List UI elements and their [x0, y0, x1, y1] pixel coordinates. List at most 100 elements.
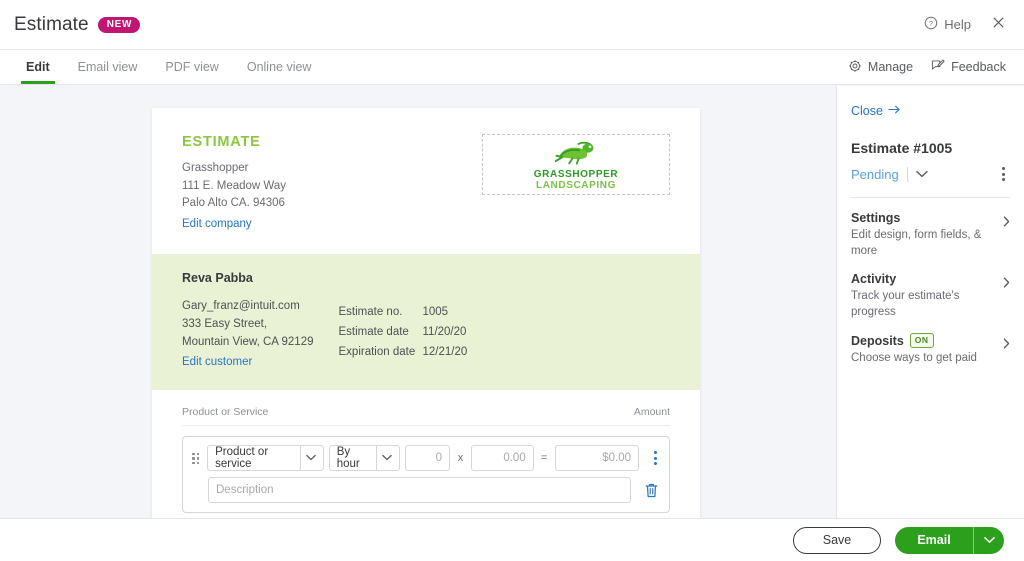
- bottom-action-bar: Save Email: [0, 518, 1024, 561]
- meta-value-expiration-date: 12/21/20: [422, 346, 468, 359]
- sidebar-item-settings-subtitle: Edit design, form fields, & more: [851, 229, 982, 257]
- rate-type-select[interactable]: By hour: [328, 445, 401, 472]
- sidebar-item-activity-label: Activity: [851, 272, 897, 287]
- chevron-down-icon: [983, 531, 995, 549]
- line-item-primary-row: Product or service By hour 0 x 0.00 = $0…: [190, 445, 661, 472]
- sidebar-item-activity-subtitle: Track your estimate's progress: [851, 290, 960, 318]
- manage-button[interactable]: Manage: [848, 59, 913, 76]
- tab-edit[interactable]: Edit: [12, 50, 64, 84]
- customer-email: Gary_franz@intuit.com: [182, 299, 300, 312]
- company-block: ESTIMATE Grasshopper 111 E. Meadow Way P…: [182, 134, 286, 232]
- sidebar-item-settings-title: Settings: [851, 211, 999, 225]
- customer-block: Reva Pabba Gary_franz@intuit.com 333 Eas…: [182, 271, 314, 370]
- estimate-app-window: Estimate NEW ? Help Edit Email view PDF …: [0, 0, 1024, 561]
- title-bar: Estimate NEW ? Help: [0, 0, 1024, 50]
- company-street: 111 E. Meadow Way: [182, 179, 286, 192]
- sidebar-more-menu-icon[interactable]: [997, 165, 1010, 183]
- document-heading: ESTIMATE: [182, 134, 261, 150]
- customer-city-state-zip: Mountain View, CA 92129: [182, 336, 314, 349]
- quantity-value: 0: [435, 452, 443, 465]
- edit-customer-link[interactable]: Edit customer: [182, 356, 252, 368]
- deposits-on-badge: ON: [909, 333, 934, 349]
- line-item-menu-icon[interactable]: [650, 449, 661, 467]
- equals-symbol: =: [540, 452, 548, 465]
- company-logo-dropzone[interactable]: GRASSHOPPER LANDSCAPING: [482, 134, 670, 195]
- save-button[interactable]: Save: [793, 526, 881, 554]
- meta-row-expiration-date: Expiration date 12/21/20: [339, 342, 468, 362]
- meta-value-estimate-no: 1005: [422, 305, 449, 318]
- meta-value-estimate-date: 11/20/20: [422, 325, 467, 338]
- drag-handle-icon[interactable]: [190, 452, 202, 464]
- title-bar-right: ? Help: [924, 15, 1024, 34]
- meta-label-expiration-date: Expiration date: [338, 346, 416, 359]
- line-item-row: Product or service By hour 0 x 0.00 = $0…: [182, 436, 670, 514]
- arrow-right-icon: [888, 104, 901, 118]
- sidebar-item-deposits-title: Deposits ON: [851, 333, 999, 349]
- sidebar-item-deposits-subtitle: Choose ways to get paid: [851, 352, 977, 365]
- description-input[interactable]: Description: [208, 477, 631, 504]
- manage-label: Manage: [867, 60, 914, 74]
- chevron-right-icon: [999, 211, 1010, 230]
- sidebar-item-activity-text: Activity Track your estimate's progress: [851, 272, 999, 320]
- logo-line-2: LANDSCAPING: [536, 179, 616, 191]
- trash-icon[interactable]: [644, 482, 659, 499]
- help-label: Help: [944, 17, 971, 32]
- estimate-meta-block: Estimate no. 1005 Estimate date 11/20/20…: [339, 271, 468, 370]
- sidebar-close-button[interactable]: Close: [851, 104, 901, 118]
- sidebar-status-row: Pending: [851, 165, 1010, 183]
- chevron-down-icon: [377, 452, 395, 464]
- column-header-amount: Amount: [633, 406, 670, 419]
- estimate-canvas: ESTIMATE Grasshopper 111 E. Meadow Way P…: [0, 86, 836, 561]
- amount-input[interactable]: $0.00: [554, 445, 640, 472]
- edit-company-link[interactable]: Edit company: [182, 218, 252, 230]
- meta-label-estimate-date: Estimate date: [338, 325, 409, 338]
- sidebar-close-label: Close: [851, 104, 883, 118]
- help-button[interactable]: ? Help: [924, 16, 971, 33]
- sidebar-item-activity-title: Activity: [851, 272, 999, 286]
- company-name: Grasshopper: [182, 162, 249, 174]
- svg-text:?: ?: [929, 21, 933, 28]
- estimate-sidebar: Close Estimate #1005 Pending Settings Ed…: [836, 86, 1024, 561]
- unit-price-value: 0.00: [503, 452, 526, 465]
- tab-edit-label: Edit: [26, 60, 50, 74]
- page-title: Estimate: [14, 13, 89, 35]
- feedback-button[interactable]: Feedback: [931, 59, 1006, 76]
- email-button[interactable]: Email: [895, 527, 973, 554]
- chevron-down-icon: [301, 452, 319, 464]
- product-or-service-placeholder: Product or service: [215, 446, 269, 471]
- tab-email-view-label: Email view: [77, 60, 138, 74]
- status-chevron-down-icon[interactable]: [916, 170, 928, 178]
- customer-name: Reva Pabba: [182, 270, 253, 285]
- tab-online-view[interactable]: Online view: [233, 50, 326, 84]
- tab-bar-actions: Manage Feedback: [848, 50, 1024, 84]
- product-or-service-select[interactable]: Product or service: [207, 445, 324, 472]
- email-dropdown-button[interactable]: [974, 527, 1004, 554]
- sidebar-item-settings-label: Settings: [851, 211, 901, 225]
- tab-email-view[interactable]: Email view: [64, 50, 152, 84]
- amount-value: $0.00: [602, 452, 632, 465]
- line-items-column-headers: Product or Service Amount: [182, 406, 670, 427]
- tab-list: Edit Email view PDF view Online view: [0, 50, 325, 84]
- sidebar-item-activity[interactable]: Activity Track your estimate's progress: [851, 259, 1010, 320]
- tab-pdf-view-label: PDF view: [165, 60, 219, 74]
- question-circle-icon: ?: [924, 16, 938, 33]
- gear-icon: [848, 59, 862, 76]
- feedback-label: Feedback: [951, 60, 1006, 74]
- logo-line-1: GRASSHOPPER: [533, 169, 619, 180]
- view-tab-bar: Edit Email view PDF view Online view Man…: [0, 50, 1024, 85]
- sidebar-item-deposits[interactable]: Deposits ON Choose ways to get paid: [851, 320, 1010, 367]
- status-divider: [906, 166, 908, 182]
- chevron-right-icon: [999, 333, 1010, 352]
- meta-row-estimate-date: Estimate date 11/20/20: [339, 322, 468, 342]
- sidebar-item-settings[interactable]: Settings Edit design, form fields, & mor…: [851, 198, 1010, 259]
- meta-row-estimate-no: Estimate no. 1005: [339, 302, 468, 322]
- title-bar-left: Estimate NEW: [0, 13, 141, 36]
- document-header: ESTIMATE Grasshopper 111 E. Meadow Way P…: [152, 108, 700, 254]
- close-icon[interactable]: [991, 15, 1006, 34]
- status-badge[interactable]: Pending: [851, 167, 899, 182]
- email-button-group: Email: [895, 526, 1004, 554]
- tab-pdf-view[interactable]: PDF view: [151, 50, 232, 84]
- quantity-input[interactable]: 0: [405, 445, 451, 472]
- unit-price-input[interactable]: 0.00: [470, 445, 534, 472]
- estimate-document: ESTIMATE Grasshopper 111 E. Meadow Way P…: [152, 108, 700, 561]
